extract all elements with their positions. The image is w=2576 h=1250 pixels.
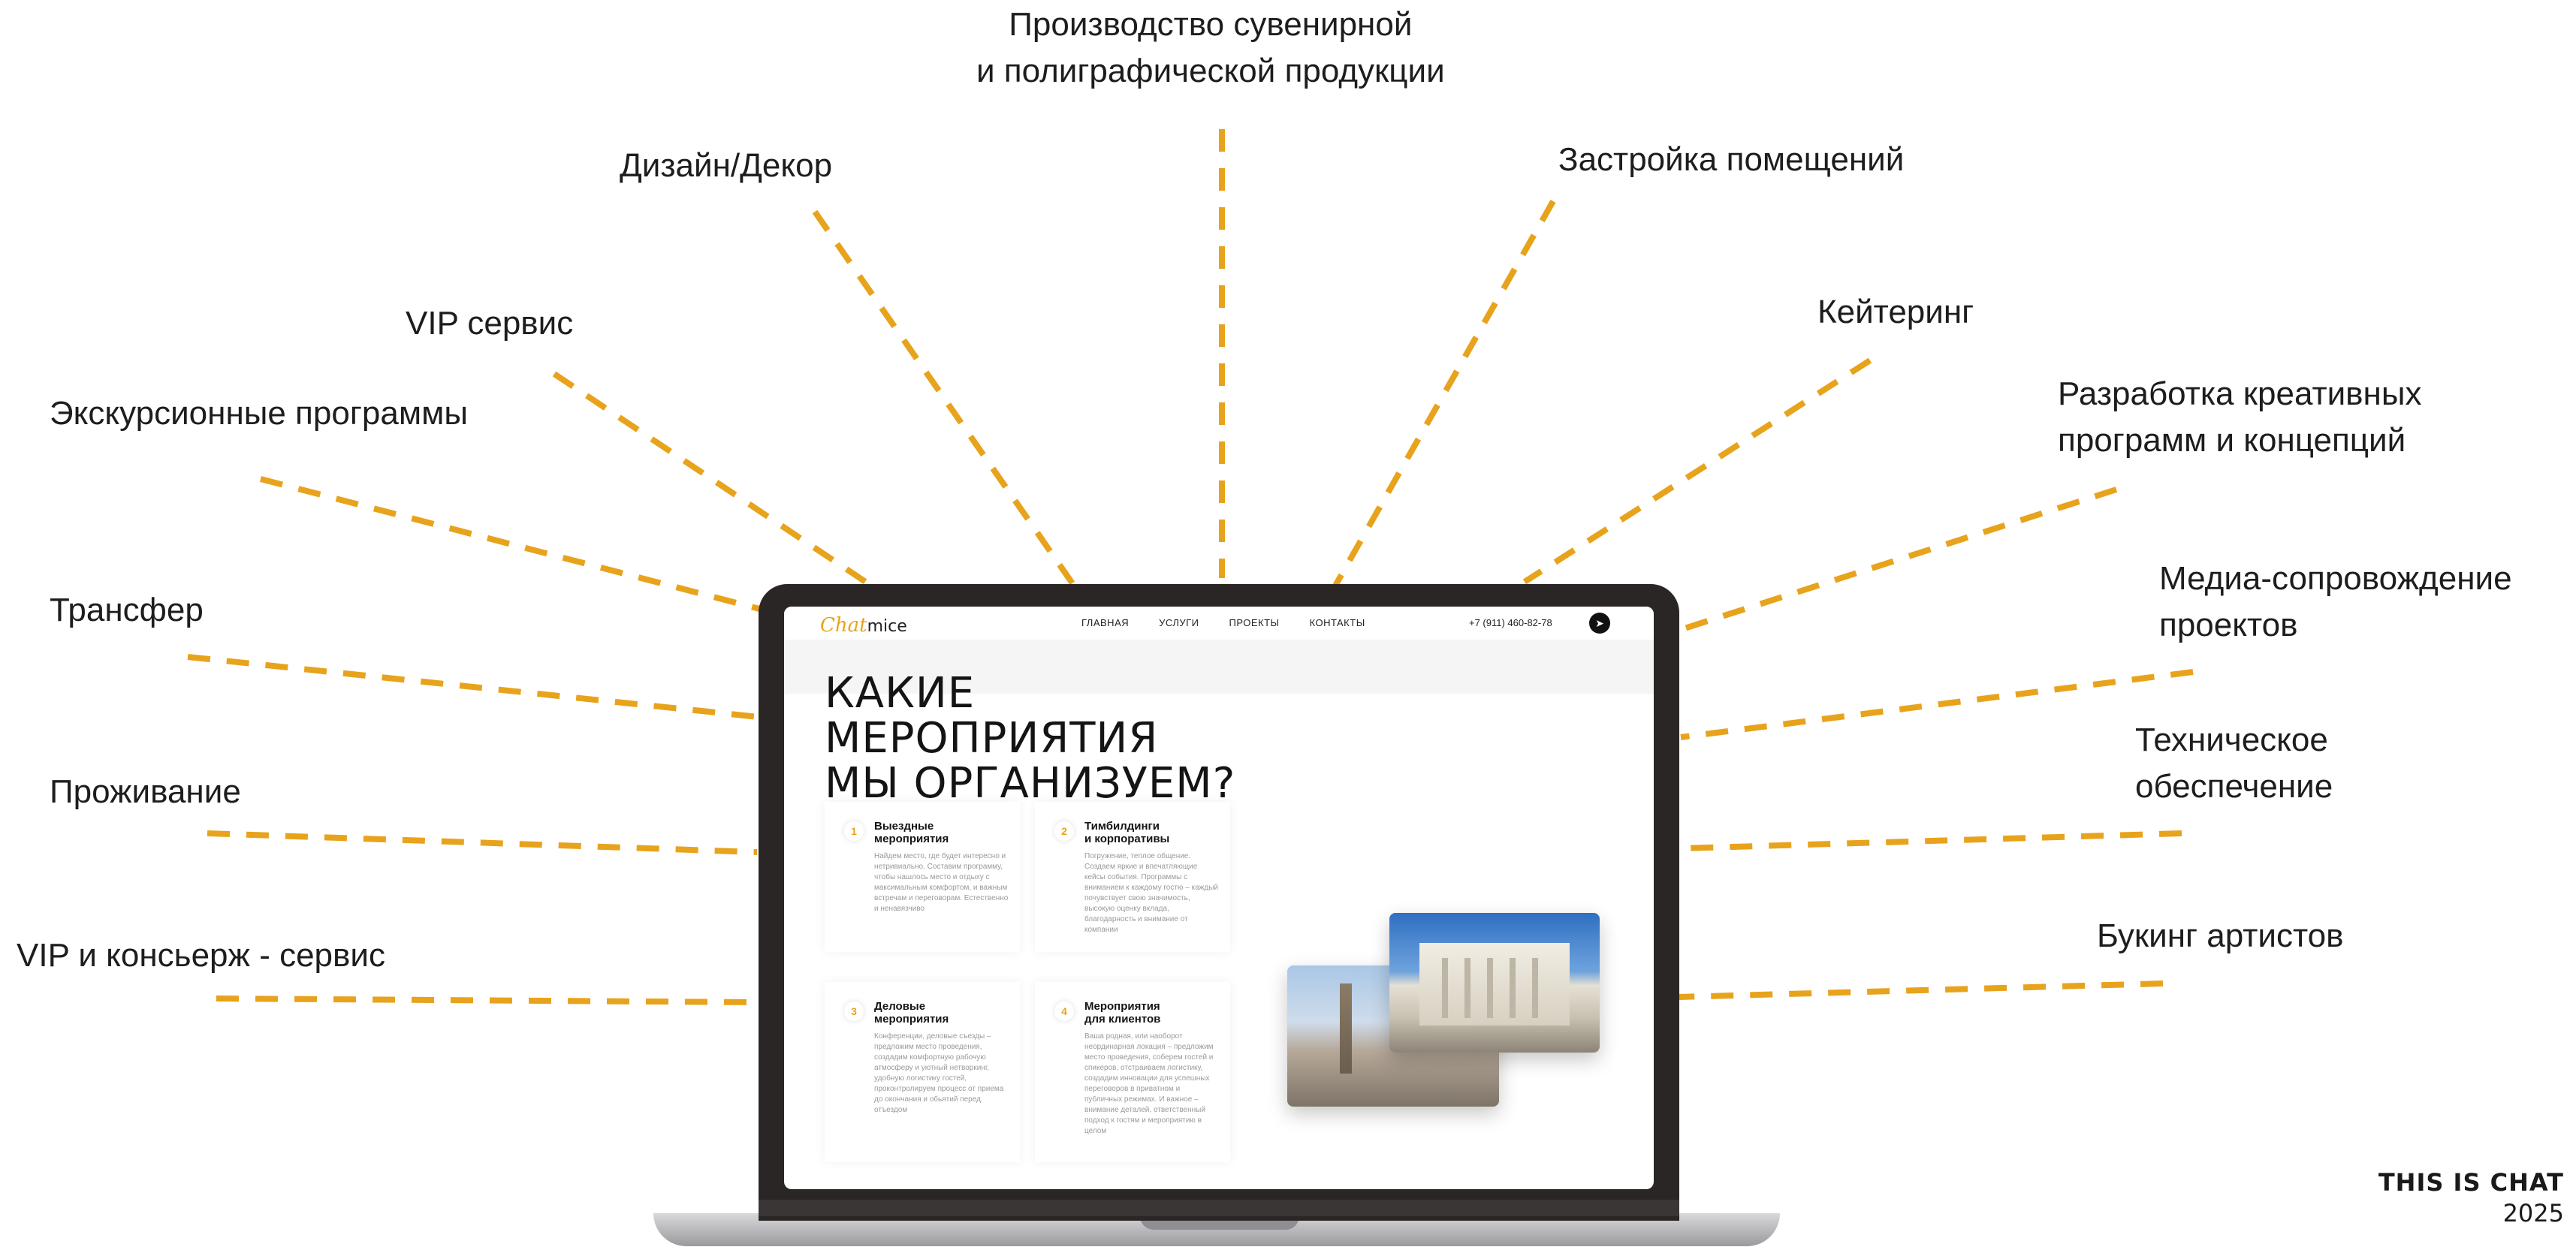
label-concierge: VIP и консьерж - сервис <box>17 937 385 974</box>
label-media: Медиа-сопровождение проектов <box>2159 556 2512 649</box>
page-title-line1: КАКИЕ <box>825 669 976 718</box>
card-number: 1 <box>844 821 864 841</box>
label-tech: Техническое обеспечение <box>2135 717 2333 810</box>
label-media-line1: Медиа-сопровождение <box>2159 560 2512 597</box>
photo-vittoriano <box>1389 913 1600 1053</box>
page-title-line3: МЫ ОРГАНИЗУЕМ? <box>825 759 1236 808</box>
label-tech-line2: обеспечение <box>2135 768 2333 805</box>
page-title: КАКИЕ МЕРОПРИЯТИЯ МЫ ОРГАНИЗУЕМ? <box>825 671 1235 806</box>
ray-design <box>812 209 1077 588</box>
label-souvenir-line2: и полиграфической продукции <box>976 53 1445 89</box>
label-excursions: Экскурсионные программы <box>50 395 468 432</box>
photo-column <box>1510 958 1516 1018</box>
photo-obelisk <box>1340 983 1352 1074</box>
label-creative-line1: Разработка креативных <box>2058 375 2422 412</box>
card-heading: Тимбилдинги и корпоративы <box>1084 820 1169 845</box>
label-catering: Кейтеринг <box>1817 294 1974 330</box>
card-heading-line1: Выездные <box>874 820 934 833</box>
logo-chat: Chat <box>820 614 867 637</box>
label-transfer: Трансфер <box>50 592 204 628</box>
ray-concierge <box>216 995 758 1005</box>
ray-booking <box>1679 980 2164 1000</box>
logo-mice: mice <box>867 617 907 636</box>
ray-transfer <box>187 654 759 720</box>
ray-excursions <box>259 476 764 613</box>
site-logo[interactable]: Chatmice <box>820 613 907 637</box>
label-creative-line2: программ и концепций <box>2058 422 2406 459</box>
card-heading: Деловые мероприятия <box>874 1000 949 1026</box>
card-heading-line1: Тимбилдинги <box>1084 820 1160 833</box>
label-souvenir: Производство сувенирной и полиграфическо… <box>976 2 1445 95</box>
label-lodging: Проживание <box>50 773 241 810</box>
brand-title: THIS IS CHAT <box>2378 1168 2564 1197</box>
menu-item-home[interactable]: ГЛАВНАЯ <box>1081 617 1129 628</box>
card-number: 4 <box>1054 1002 1074 1021</box>
label-booking: Букинг артистов <box>2097 917 2344 954</box>
menu-item-contacts[interactable]: КОНТАКТЫ <box>1310 617 1365 628</box>
laptop: Chatmice ГЛАВНАЯ УСЛУГИ ПРОЕКТЫ КОНТАКТЫ… <box>759 584 1679 1221</box>
menu-item-services[interactable]: УСЛУГИ <box>1159 617 1199 628</box>
label-tech-line1: Техническое <box>2135 721 2328 758</box>
ray-media <box>1680 669 2194 740</box>
label-creative: Разработка креативных программ и концепц… <box>2058 371 2421 464</box>
card-heading-line2: и корпоративы <box>1084 833 1170 845</box>
ray-vip <box>552 371 873 589</box>
photo-column <box>1487 958 1493 1018</box>
card-number: 2 <box>1054 821 1074 841</box>
label-build: Застройка помещений <box>1558 141 1905 178</box>
site-menu: ГЛАВНАЯ УСЛУГИ ПРОЕКТЫ КОНТАКТЫ <box>1081 617 1365 628</box>
site-phone[interactable]: +7 (911) 460-82-78 <box>1469 617 1552 628</box>
ray-build <box>1332 200 1556 587</box>
brand-year: 2025 <box>2502 1199 2564 1227</box>
ray-lodging <box>207 830 758 855</box>
label-design: Дизайн/Декор <box>620 147 833 184</box>
ray-catering <box>1522 357 1872 585</box>
brand-block: THIS IS CHAT 2025 <box>2378 1167 2564 1228</box>
service-card-3[interactable]: 3 Деловые мероприятия Конференции, деловы… <box>825 982 1020 1162</box>
card-heading-line1: Деловые <box>874 1000 926 1013</box>
card-body: Погружение, теплое общение. Создаем ярки… <box>1084 852 1218 934</box>
photo-column <box>1532 958 1538 1018</box>
card-heading: Мероприятия для клиентов <box>1084 1000 1160 1026</box>
page-title-line2: МЕРОПРИЯТИЯ <box>825 714 1159 763</box>
service-card-1[interactable]: 1 Выездные мероприятия Найдем место, где … <box>825 802 1020 952</box>
card-body: Найдем место, где будет интересно и нетр… <box>874 852 1009 913</box>
telegram-icon[interactable]: ➤ <box>1589 613 1610 634</box>
card-body: Конференции, деловые съезды – предложим … <box>874 1032 1004 1114</box>
label-vip: VIP сервис <box>406 305 574 342</box>
laptop-hinge <box>759 1200 1679 1216</box>
ray-tech <box>1682 830 2182 851</box>
ray-creative <box>1681 486 2118 632</box>
photo-column <box>1464 958 1470 1018</box>
card-heading-line2: мероприятия <box>874 1013 949 1026</box>
card-heading-line1: Мероприятия <box>1084 1000 1160 1013</box>
card-heading: Выездные мероприятия <box>874 820 949 845</box>
card-number: 3 <box>844 1002 864 1021</box>
photo-column <box>1442 958 1448 1018</box>
card-heading-line2: для клиентов <box>1084 1013 1161 1026</box>
site-navbar: Chatmice ГЛАВНАЯ УСЛУГИ ПРОЕКТЫ КОНТАКТЫ… <box>784 607 1654 640</box>
card-body: Ваша родная, или наоборот неординарная л… <box>1084 1032 1214 1135</box>
service-card-4[interactable]: 4 Мероприятия для клиентов Ваша родная, и… <box>1035 982 1230 1162</box>
laptop-screen: Chatmice ГЛАВНАЯ УСЛУГИ ПРОЕКТЫ КОНТАКТЫ… <box>784 607 1654 1189</box>
label-media-line2: проектов <box>2159 607 2298 643</box>
label-souvenir-line1: Производство сувенирной <box>1009 6 1413 43</box>
menu-item-projects[interactable]: ПРОЕКТЫ <box>1229 617 1280 628</box>
service-card-2[interactable]: 2 Тимбилдинги и корпоративы Погружение, т… <box>1035 802 1230 952</box>
card-heading-line2: мероприятия <box>874 833 949 845</box>
